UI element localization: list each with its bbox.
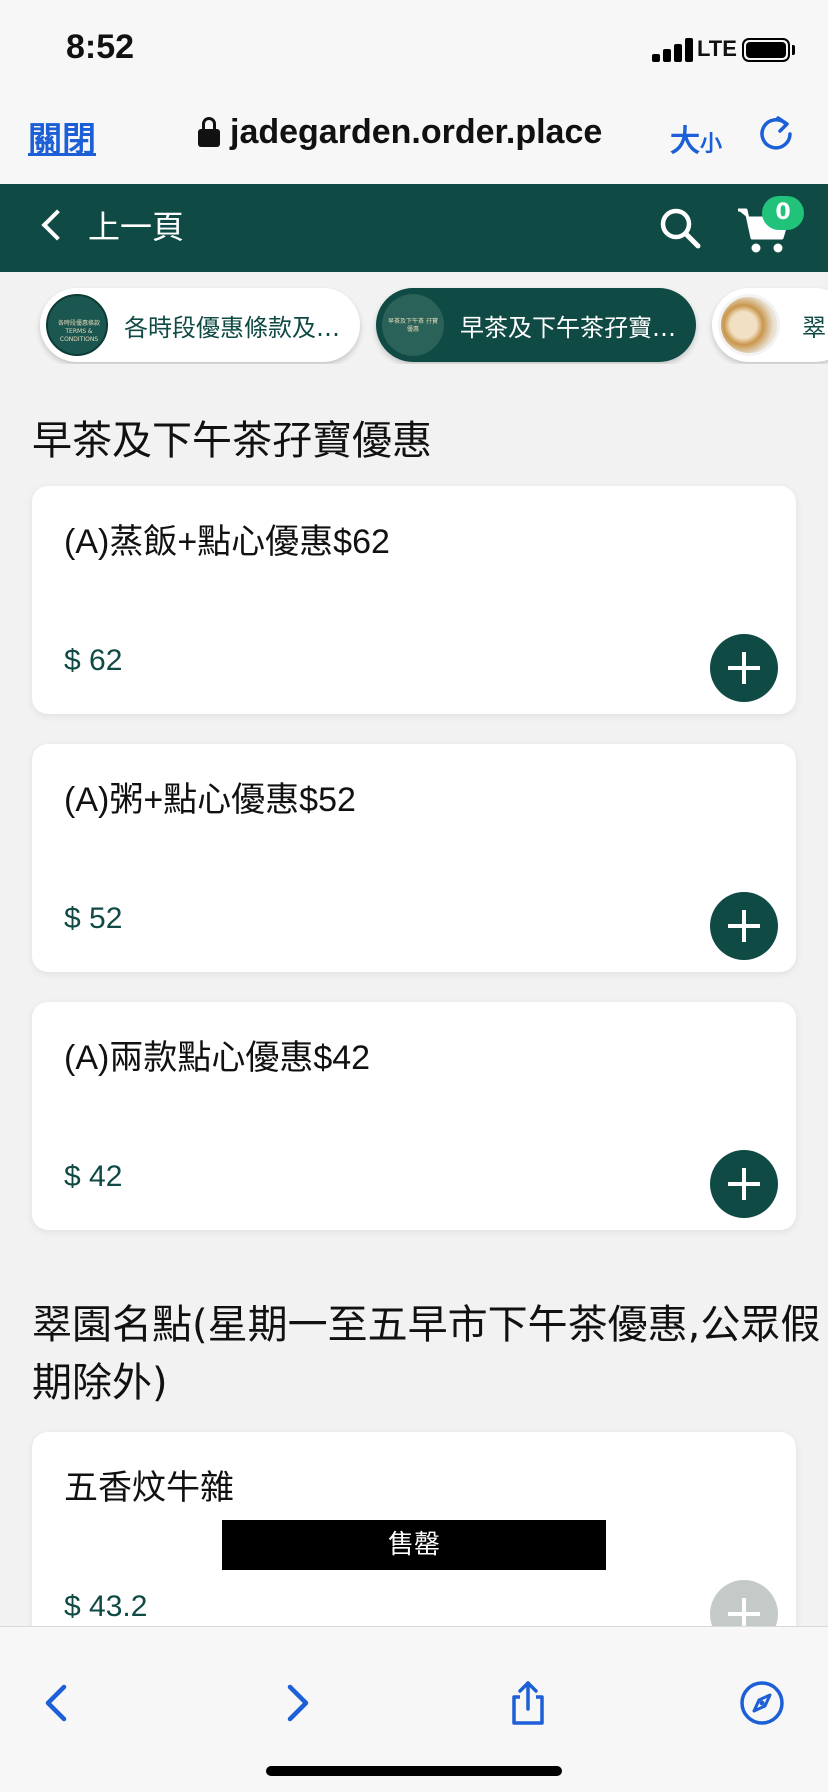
item-price: $ 43.2 — [64, 1590, 148, 1623]
sold-out-badge: 售罄 — [222, 1520, 606, 1570]
chip-terms[interactable]: 各時段優惠條款 TERMS & CONDITIONS 各時段優惠條款及細則 — [40, 288, 360, 362]
cart-count-badge: 0 — [762, 196, 804, 230]
chip-signature-dimsum[interactable]: 翠園名點 — [712, 288, 828, 362]
text-size-big: 大 — [670, 124, 700, 159]
home-indicator — [266, 1766, 562, 1776]
close-link[interactable]: 關閉 — [28, 112, 96, 161]
chip-thumbnail — [718, 294, 780, 356]
add-to-cart-button[interactable] — [710, 892, 778, 960]
chip-tea-combo[interactable]: 早茶及下午茶 孖寶優惠 早茶及下午茶孖寶優惠 — [376, 288, 696, 362]
search-icon[interactable] — [658, 206, 702, 250]
item-name: 五香炆牛雜 — [64, 1469, 234, 1507]
status-time: 8:52 — [66, 28, 135, 66]
section-title: 翠園名點(星期一至五早市下午茶優惠,公眾假期除外) — [32, 1302, 821, 1406]
chip-label: 翠園名點 — [802, 313, 828, 342]
chip-thumbnail: 早茶及下午茶 孖寶優惠 — [382, 294, 444, 356]
address-bar[interactable]: jadegarden.order.place — [198, 112, 602, 152]
back-label: 上一頁 — [88, 208, 185, 246]
text-size-small: 小 — [700, 132, 723, 157]
status-bar: 8:52 LTE — [0, 0, 828, 96]
chip-label: 各時段優惠條款及細則 — [124, 313, 344, 342]
menu-item-card[interactable]: (A)兩款點心優惠$42 $ 42 — [32, 1002, 796, 1230]
text-size-button[interactable]: 大小 — [670, 116, 722, 160]
item-name: (A)蒸飯+點心優惠$62 — [64, 523, 390, 561]
category-chips: 各時段優惠條款 TERMS & CONDITIONS 各時段優惠條款及細則 早茶… — [0, 286, 828, 364]
menu-item-card[interactable]: (A)蒸飯+點心優惠$62 $ 62 — [32, 486, 796, 714]
battery-tip — [792, 45, 795, 55]
chevron-left-icon — [41, 209, 73, 241]
network-label: LTE — [697, 36, 737, 61]
signal-icon — [652, 38, 696, 62]
reload-icon[interactable] — [756, 114, 796, 154]
app-header: 上一頁 — [0, 184, 828, 272]
add-to-cart-button[interactable] — [710, 634, 778, 702]
forward-arrow-icon[interactable] — [272, 1679, 320, 1727]
browser-bar: 關閉 jadegarden.order.place 大小 — [0, 96, 828, 184]
chip-label: 早茶及下午茶孖寶優惠 — [460, 313, 680, 342]
menu-item-card[interactable]: (A)粥+點心優惠$52 $ 52 — [32, 744, 796, 972]
add-to-cart-button[interactable] — [710, 1150, 778, 1218]
item-name: (A)粥+點心優惠$52 — [64, 781, 356, 819]
share-icon[interactable] — [504, 1679, 552, 1727]
compass-icon[interactable] — [738, 1679, 786, 1727]
item-price: $ 62 — [64, 644, 123, 677]
lock-icon — [198, 117, 220, 147]
item-price: $ 42 — [64, 1160, 123, 1193]
back-button[interactable]: 上一頁 — [34, 202, 184, 248]
battery-icon — [742, 38, 790, 62]
section-title: 早茶及下午茶孖寶優惠 — [32, 418, 432, 464]
url-text: jadegarden.order.place — [230, 112, 603, 151]
chip-thumbnail: 各時段優惠條款 TERMS & CONDITIONS — [46, 294, 108, 356]
item-name: (A)兩款點心優惠$42 — [64, 1039, 371, 1077]
back-arrow-icon[interactable] — [34, 1679, 82, 1727]
item-price: $ 52 — [64, 902, 123, 935]
